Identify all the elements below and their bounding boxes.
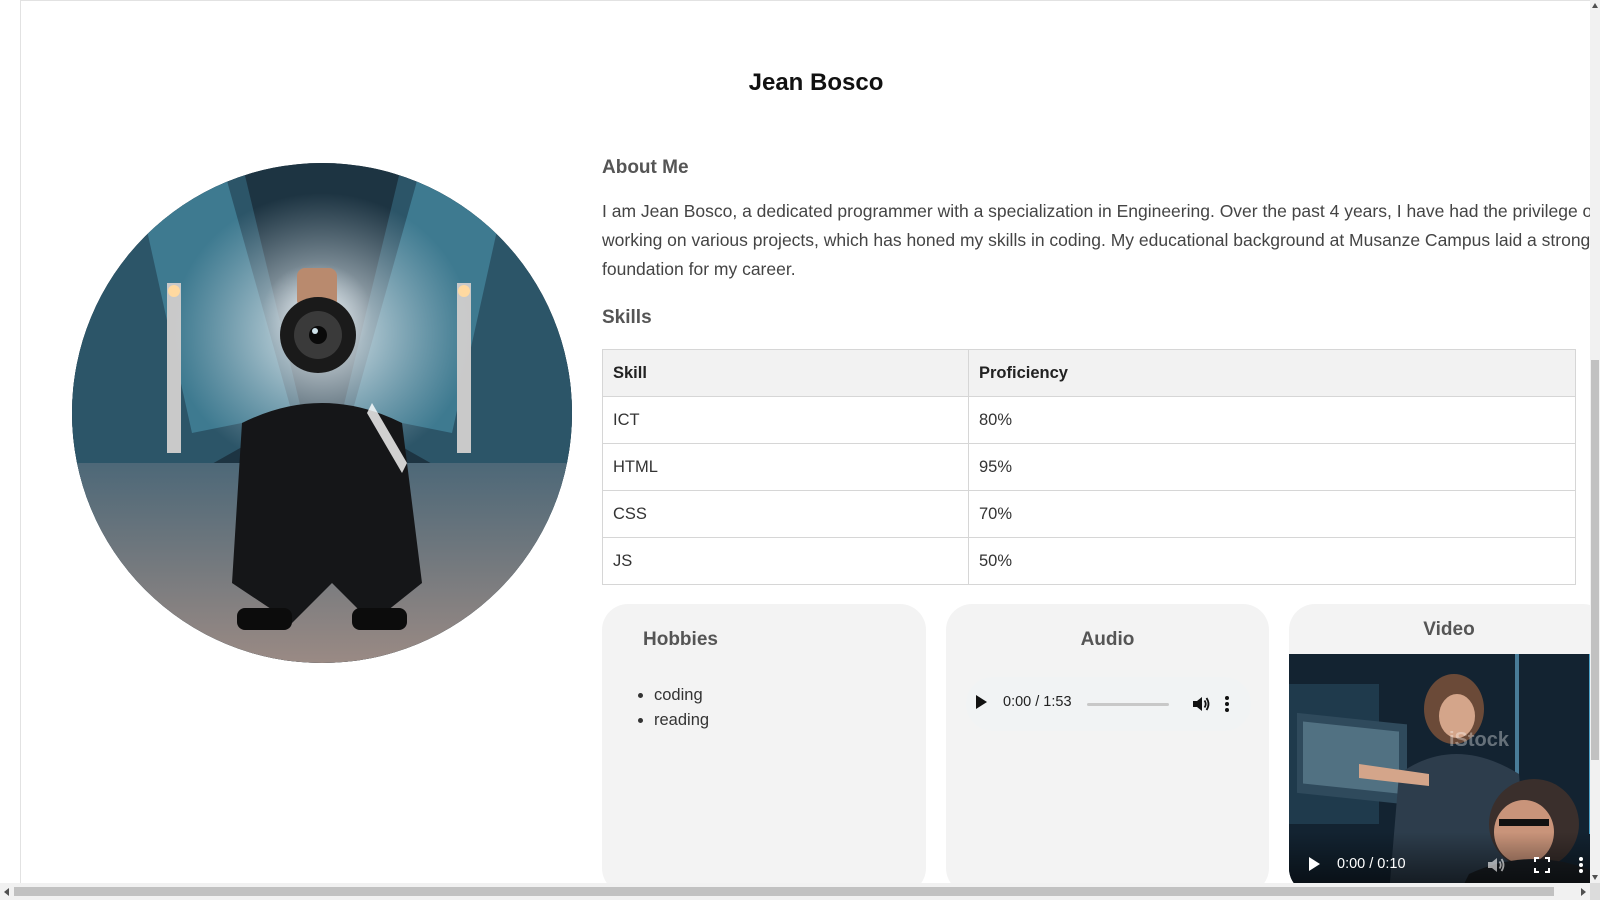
skill-cell: JS [602, 537, 969, 585]
volume-icon[interactable] [1190, 693, 1212, 715]
horizontal-scrollbar[interactable] [0, 883, 1590, 900]
scroll-left-arrow-icon[interactable] [4, 888, 9, 896]
skill-cell: HTML [602, 443, 969, 491]
proficiency-cell: 70% [968, 490, 1576, 538]
proficiency-cell: 50% [968, 537, 1576, 585]
column-header-skill: Skill [602, 349, 969, 397]
audio-panel: Audio 0:00 / 1:53 [946, 604, 1269, 883]
table-header-row: Skill Proficiency [602, 349, 1576, 397]
skills-heading: Skills [602, 307, 652, 328]
audio-player[interactable]: 0:00 / 1:53 [966, 677, 1251, 731]
table-row: JS 50% [602, 537, 1576, 585]
scrollbar-corner [1590, 883, 1600, 900]
more-vertical-icon[interactable] [1224, 694, 1230, 714]
mute-icon[interactable] [1485, 854, 1507, 876]
about-heading: About Me [602, 157, 689, 178]
play-icon[interactable] [1309, 857, 1320, 871]
profile-photo [72, 163, 572, 663]
profile-page: Jean Bosco About Me I am Jean Bosco, a d… [20, 0, 1590, 883]
table-row: ICT 80% [602, 396, 1576, 444]
horizontal-scroll-thumb[interactable] [14, 887, 1554, 896]
audio-seek-bar[interactable] [1087, 703, 1169, 706]
skill-cell: CSS [602, 490, 969, 538]
list-item: reading [654, 708, 709, 733]
proficiency-cell: 80% [968, 396, 1576, 444]
about-text: I am Jean Bosco, a dedicated programmer … [602, 201, 1590, 279]
play-icon[interactable] [976, 695, 987, 709]
scroll-up-arrow-icon[interactable] [1592, 3, 1598, 8]
browser-viewport: Jean Bosco About Me I am Jean Bosco, a d… [0, 0, 1600, 900]
hobby-list: coding reading [654, 683, 709, 733]
page-title: Jean Bosco [748, 69, 884, 96]
svg-text:iStock: iStock [1449, 729, 1510, 751]
video-time: 0:00 / 0:10 [1337, 856, 1406, 872]
proficiency-cell: 95% [968, 443, 1576, 491]
scroll-right-arrow-icon[interactable] [1581, 888, 1586, 896]
hobbies-heading: Hobbies [643, 629, 718, 650]
video-player[interactable]: iStock 0:00 / 0:10 [1289, 654, 1590, 883]
table-row: HTML 95% [602, 443, 1576, 491]
skill-cell: ICT [602, 396, 969, 444]
table-row: CSS 70% [602, 490, 1576, 538]
column-header-proficiency: Proficiency [968, 349, 1576, 397]
skills-table: Skill Proficiency ICT 80% HTML 95% CSS 7… [602, 349, 1576, 585]
video-panel: Video iStock 0:00 / 0:10 [1289, 604, 1590, 883]
audio-time: 0:00 / 1:53 [1003, 694, 1072, 710]
scroll-down-arrow-icon[interactable] [1592, 875, 1598, 880]
vertical-scroll-thumb[interactable] [1591, 360, 1599, 760]
fullscreen-icon[interactable] [1533, 856, 1551, 874]
video-controls: 0:00 / 0:10 [1289, 832, 1590, 883]
hobbies-panel: Hobbies coding reading [602, 604, 926, 883]
audio-heading: Audio [1080, 629, 1135, 650]
video-heading: Video [1423, 619, 1475, 640]
more-vertical-icon[interactable] [1578, 855, 1584, 875]
list-item: coding [654, 683, 709, 708]
vertical-scrollbar[interactable] [1590, 0, 1600, 883]
